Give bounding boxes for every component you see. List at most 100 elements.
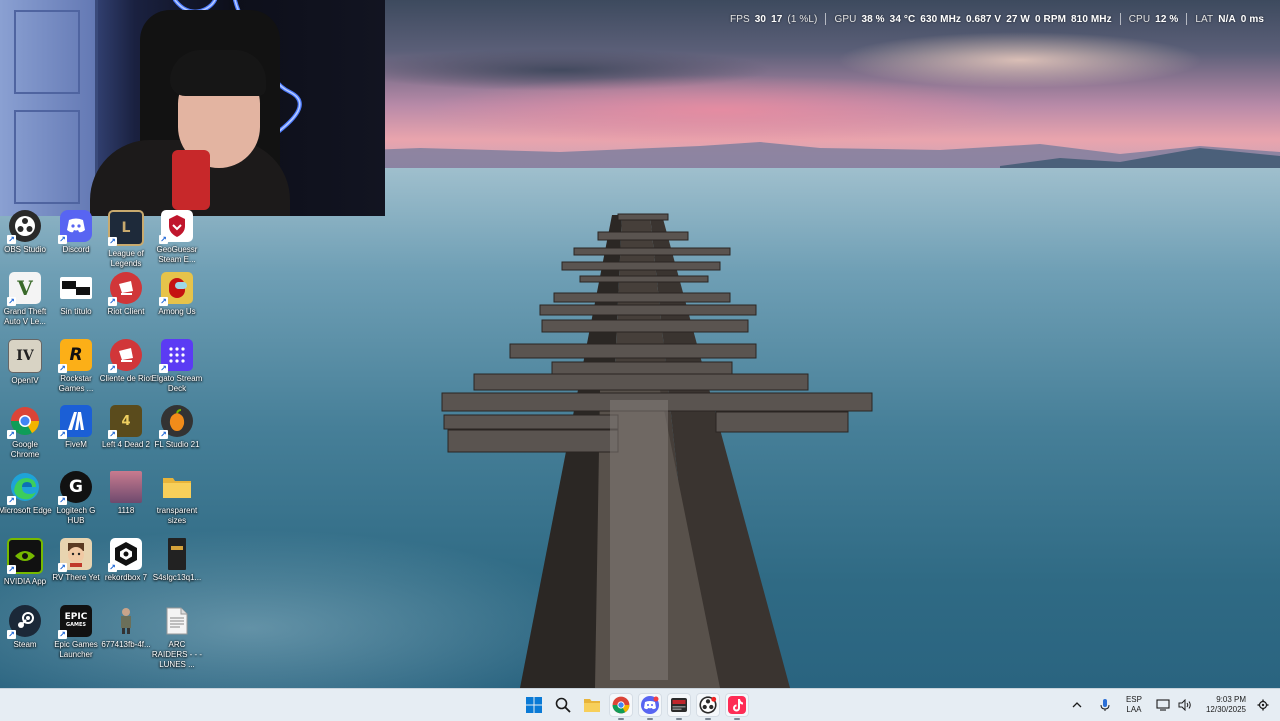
chevron-up-icon bbox=[1072, 702, 1082, 708]
desktop-icon-label: 1118 bbox=[117, 506, 135, 515]
cpu-usage: 12 % bbox=[1155, 13, 1179, 25]
fl-studio-icon: ↗ bbox=[159, 405, 193, 439]
lat-value: N/A bbox=[1218, 13, 1236, 25]
desktop-icon-s4s-image[interactable]: S4slgc13q1... bbox=[152, 538, 202, 583]
desktop-icon-1118[interactable]: 1118 bbox=[101, 471, 151, 516]
desktop-icon-label: Epic Games Launcher bbox=[54, 640, 98, 659]
gpu-group: GPU 38 % 34 °C 630 MHz 0.687 V 27 W 0 RP… bbox=[826, 14, 1119, 25]
desktop-icon-league-of-legends[interactable]: L ↗ League of Legends bbox=[101, 210, 151, 269]
desktop-icon-rockstar-games[interactable]: R ↗ Rockstar Games ... bbox=[51, 339, 101, 394]
video-editor-icon bbox=[671, 698, 687, 712]
gta-icon: V ↗ bbox=[7, 272, 41, 306]
discord-icon bbox=[641, 696, 659, 714]
desktop-icon-label: FiveM bbox=[65, 440, 87, 449]
desktop-icon-rekordbox[interactable]: ↗ rekordbox 7 bbox=[101, 538, 151, 583]
taskbar: ESP LAA 9:03 PM 12/30/2025 bbox=[0, 688, 1280, 721]
fps-label: FPS bbox=[730, 13, 750, 25]
notifications-button[interactable] bbox=[1256, 698, 1270, 712]
search-button[interactable] bbox=[551, 693, 575, 717]
gpu-power: 27 W bbox=[1006, 13, 1030, 25]
microphone-button[interactable] bbox=[1098, 698, 1112, 712]
discord-icon: ↗ bbox=[58, 210, 92, 244]
gpu-fan: 0 RPM bbox=[1034, 13, 1067, 25]
gpu-label: GPU bbox=[834, 13, 857, 25]
clock-button[interactable]: 9:03 PM 12/30/2025 bbox=[1206, 695, 1246, 715]
desktop-icon-among-us[interactable]: ↗ Among Us bbox=[152, 272, 202, 317]
microphone-icon bbox=[1100, 699, 1110, 711]
tiktok-button[interactable] bbox=[725, 693, 749, 720]
nvidia-icon: ↗ bbox=[7, 538, 43, 574]
geoguessr-icon: ↗ bbox=[159, 210, 193, 244]
language-code: ESP bbox=[1125, 695, 1142, 704]
obs-icon bbox=[699, 696, 717, 714]
image-file-icon bbox=[110, 471, 142, 503]
desktop-icon-discord[interactable]: ↗ Discord bbox=[51, 210, 101, 255]
webcam-microphone bbox=[172, 150, 210, 210]
desktop-icon-label: Rockstar Games ... bbox=[58, 374, 94, 393]
riot-icon: ↗ bbox=[108, 272, 142, 306]
desktop-icon-epic-games-launcher[interactable]: EPIC GAMES ↗ Epic Games Launcher bbox=[51, 605, 101, 660]
desktop-icon-microsoft-edge[interactable]: ↗ Microsoft Edge bbox=[0, 471, 52, 516]
desktop-icon-fl-studio[interactable]: ↗ FL Studio 21 bbox=[152, 405, 202, 450]
desktop-icon-cliente-de-riot[interactable]: ↗ Cliente de Riot bbox=[100, 339, 152, 384]
desktop-icon-label: NVIDIA App bbox=[3, 577, 47, 586]
settings-gear-icon bbox=[1257, 699, 1269, 711]
desktop-icon-label: OpenIV bbox=[11, 376, 39, 385]
volume-icon bbox=[1178, 699, 1191, 711]
desktop-icon-transparent-sizes[interactable]: transparent sizes bbox=[152, 471, 202, 526]
desktop-icon-label: GeoGuessr Steam E... bbox=[156, 245, 198, 264]
desktop-icon-elgato-stream-deck[interactable]: ↗ Elgato Stream Deck bbox=[152, 339, 202, 394]
desktop-icon-label: Sin título bbox=[60, 307, 92, 316]
steam-icon: ↗ bbox=[7, 605, 41, 639]
desktop-icon-sin-titulo[interactable]: Sin título bbox=[51, 272, 101, 317]
fivem-icon: ↗ bbox=[58, 405, 92, 439]
file-explorer-button[interactable] bbox=[580, 693, 604, 717]
rekordbox-icon: ↗ bbox=[108, 538, 142, 572]
desktop-icon-riot-client[interactable]: ↗ Riot Client bbox=[101, 272, 151, 317]
volume-button[interactable] bbox=[1178, 698, 1192, 712]
chrome-button[interactable] bbox=[609, 693, 633, 720]
desktop-icon-steam[interactable]: ↗ Steam bbox=[0, 605, 50, 650]
discord-button[interactable] bbox=[638, 693, 662, 720]
desktop-icon-fivem[interactable]: ↗ FiveM bbox=[51, 405, 101, 450]
fps-value: 30 bbox=[754, 13, 767, 25]
desktop-icon-logitech-g-hub[interactable]: G ↗ Logitech G HUB bbox=[51, 471, 101, 526]
rv-there-yet-icon: ↗ bbox=[58, 538, 92, 572]
desktop-icon-label: rekordbox 7 bbox=[104, 573, 148, 582]
desktop-icon-677413fb-image[interactable]: 677413fb-4f... bbox=[101, 605, 151, 650]
cpu-label: CPU bbox=[1128, 13, 1151, 25]
openiv-icon: IV bbox=[8, 339, 42, 373]
desktop-icon-obs-studio[interactable]: ↗ OBS Studio bbox=[0, 210, 50, 255]
among-us-icon: ↗ bbox=[159, 272, 193, 306]
obs-icon: ↗ bbox=[7, 210, 41, 244]
desktop-icon-label: Among Us bbox=[158, 307, 196, 316]
webcam-person-hair bbox=[170, 50, 266, 96]
network-icon bbox=[1156, 699, 1170, 711]
tiktok-icon bbox=[728, 696, 746, 714]
desktop-icon-gta-v[interactable]: V ↗ Grand Theft Auto V Le... bbox=[0, 272, 50, 327]
logitech-icon: G ↗ bbox=[58, 471, 92, 505]
input-language-button[interactable]: ESP LAA bbox=[1126, 695, 1142, 715]
stream-deck-icon: ↗ bbox=[159, 339, 193, 373]
start-button[interactable] bbox=[522, 693, 546, 717]
clock-time: 9:03 PM bbox=[1216, 695, 1246, 704]
video-editor-button[interactable] bbox=[667, 693, 691, 720]
desktop-icon-openiv[interactable]: IV OpenIV bbox=[0, 339, 50, 386]
desktop-icon-label: transparent sizes bbox=[156, 506, 198, 525]
network-button[interactable] bbox=[1156, 698, 1170, 712]
desktop-icon-nvidia-app[interactable]: ↗ NVIDIA App bbox=[0, 538, 50, 587]
desktop-icon-label: Steam bbox=[13, 640, 37, 649]
system-tray: ESP LAA 9:03 PM 12/30/2025 bbox=[1070, 689, 1270, 721]
fps-low-pct: (1 %L) bbox=[787, 13, 818, 25]
desktop-icon-google-chrome[interactable]: ↗ Google Chrome bbox=[0, 405, 50, 460]
desktop-icon-label: Microsoft Edge bbox=[0, 506, 52, 515]
desktop-icon-left-4-dead-2[interactable]: 4 ↗ Left 4 Dead 2 bbox=[101, 405, 151, 450]
tray-overflow-button[interactable] bbox=[1070, 698, 1084, 712]
obs-button[interactable] bbox=[696, 693, 720, 720]
desktop-icon-rv-there-yet[interactable]: ↗ RV There Yet bbox=[51, 538, 101, 583]
riot-icon: ↗ bbox=[108, 339, 142, 373]
desktop-icon-label: OBS Studio bbox=[4, 245, 46, 254]
desktop-icon-arc-raiders-doc[interactable]: ARC RAIDERS - - - LUNES ... bbox=[152, 605, 202, 670]
desktop-icon-label: League of Legends bbox=[108, 249, 144, 268]
desktop-icon-geoguessr[interactable]: ↗ GeoGuessr Steam E... bbox=[152, 210, 202, 265]
